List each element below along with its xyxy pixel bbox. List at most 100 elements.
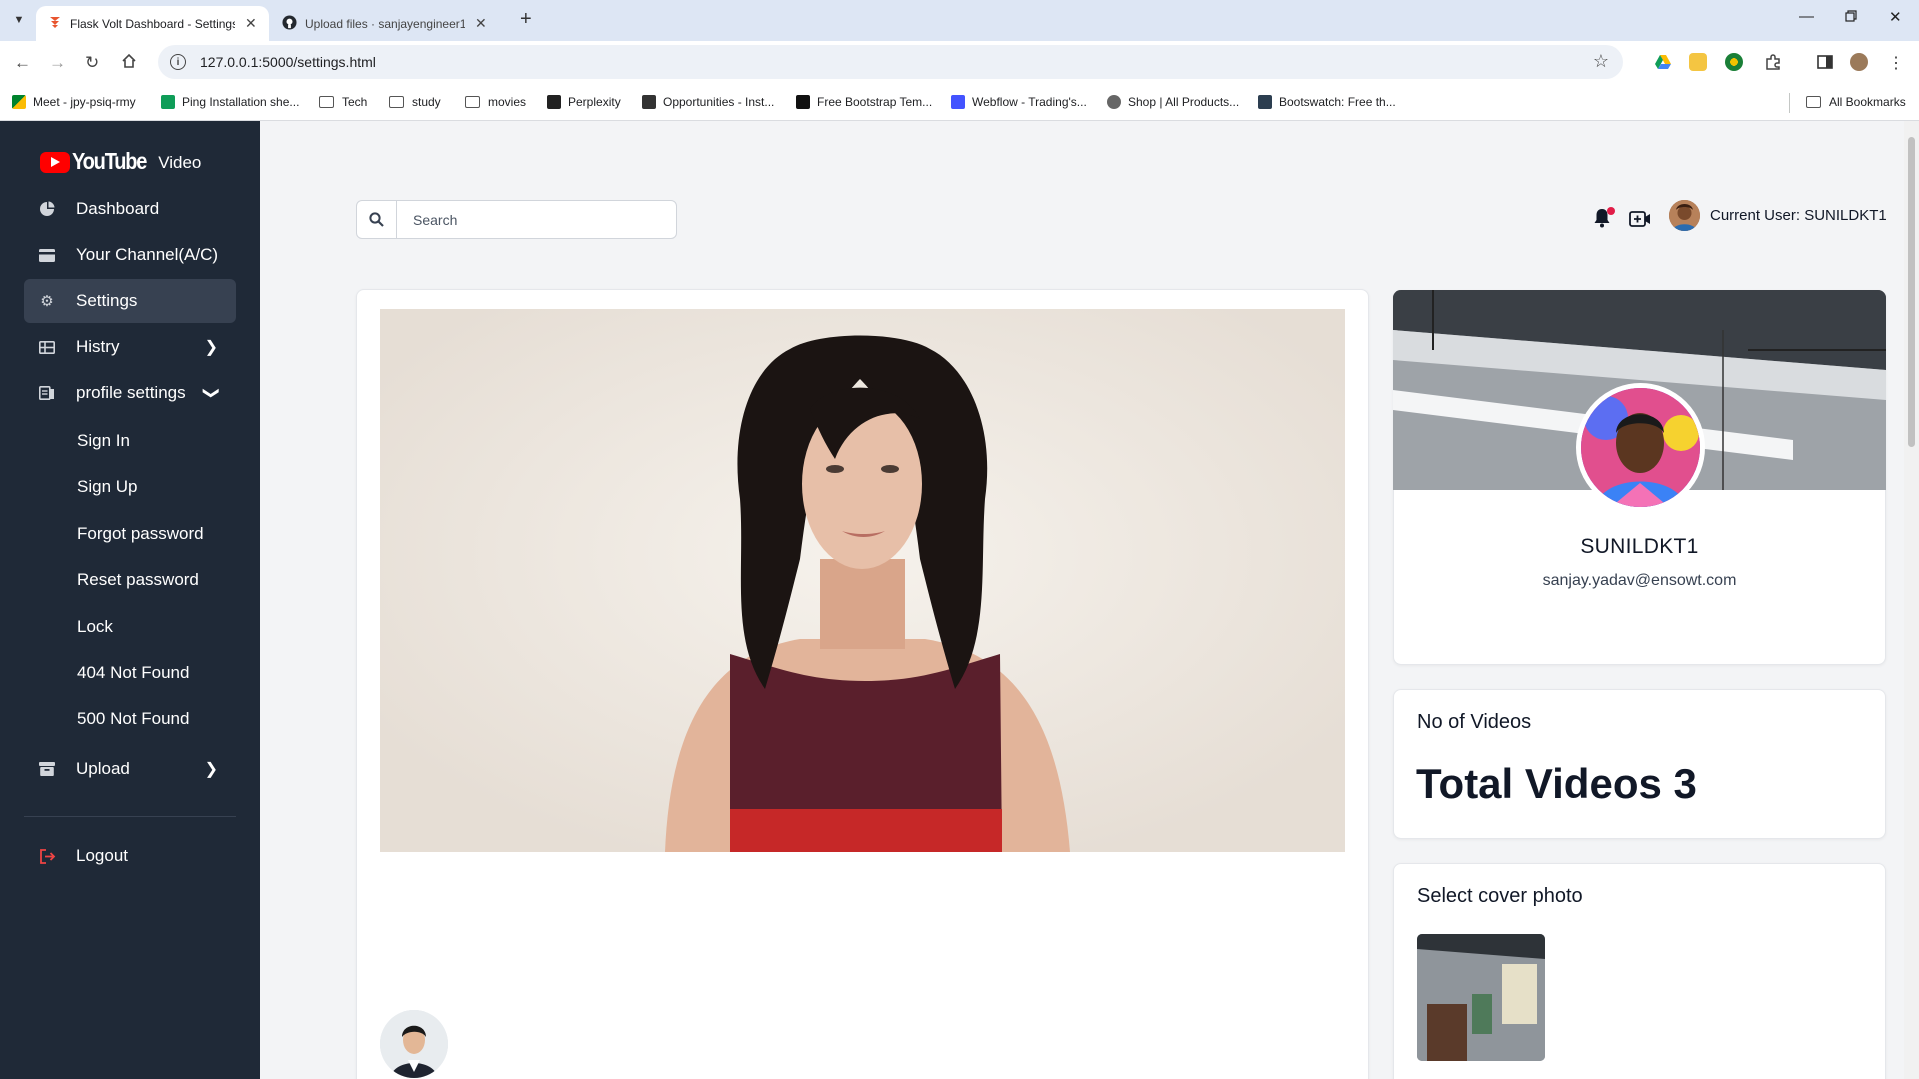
bookmark-label: movies bbox=[488, 95, 527, 109]
site-info-icon[interactable]: i bbox=[170, 54, 186, 70]
sidebar-item-label: profile settings bbox=[76, 383, 186, 402]
bookmark-folder[interactable]: movies bbox=[465, 95, 526, 109]
tab-flask-volt[interactable]: Flask Volt Dashboard - Settings ✕ bbox=[36, 6, 269, 41]
bookmark-label: Webflow - Trading's... bbox=[972, 95, 1087, 109]
cover-photo-thumbnail[interactable] bbox=[1417, 934, 1545, 1061]
bookmark-item[interactable]: Shop | All Products... bbox=[1107, 95, 1239, 109]
archive-icon bbox=[38, 761, 56, 777]
sidebar-item-label: Logout bbox=[76, 846, 128, 865]
scrollbar-thumb[interactable] bbox=[1908, 137, 1915, 447]
sidebar-item-history[interactable]: Histry ❯ bbox=[24, 325, 236, 369]
table-icon bbox=[38, 339, 56, 355]
globe-extension-icon[interactable] bbox=[1725, 53, 1743, 71]
restore-icon[interactable] bbox=[1845, 9, 1857, 26]
sidebar-item-profile-settings[interactable]: profile settings ❯ bbox=[24, 371, 236, 415]
new-tab-icon[interactable]: + bbox=[520, 8, 532, 31]
close-tab-icon[interactable]: ✕ bbox=[475, 15, 487, 32]
bookmark-item[interactable]: Free Bootstrap Tem... bbox=[796, 95, 932, 109]
menu-kebab-icon[interactable]: ⋮ bbox=[1888, 53, 1906, 72]
close-tab-icon[interactable]: ✕ bbox=[245, 15, 257, 32]
sidebar-item-label: Upload bbox=[76, 759, 130, 778]
sidebar-item-upload[interactable]: Upload ❯ bbox=[24, 747, 236, 791]
bookmark-folder[interactable]: Tech bbox=[319, 95, 367, 109]
shop-globe-icon bbox=[1107, 95, 1121, 109]
profile-username: SUNILDKT1 bbox=[1580, 535, 1699, 558]
chevron-down-icon: ❯ bbox=[202, 386, 220, 400]
sidebar-item-logout[interactable]: Logout bbox=[24, 834, 236, 878]
address-bar[interactable]: i 127.0.0.1:5000/settings.html ☆ bbox=[158, 45, 1623, 79]
extensions-puzzle-icon[interactable] bbox=[1764, 53, 1782, 71]
sidebar-item-label: Histry bbox=[76, 337, 120, 356]
bookmark-item[interactable]: Bootswatch: Free th... bbox=[1258, 95, 1396, 109]
bookmark-item[interactable]: Meet - jpy-psiq-rmy bbox=[12, 95, 136, 109]
bookmark-item[interactable]: Ping Installation she... bbox=[161, 95, 299, 109]
sidebar-item-your-channel[interactable]: Your Channel(A/C) bbox=[24, 233, 236, 277]
side-panel-icon[interactable] bbox=[1816, 53, 1834, 71]
profile-thumbnail-avatar bbox=[380, 1010, 448, 1078]
profile-email: sanjay.yadav@ensowt.com bbox=[1542, 572, 1737, 589]
folder-icon bbox=[465, 96, 480, 108]
google-drive-extension-icon[interactable] bbox=[1654, 53, 1672, 71]
video-count-label: No of Videos bbox=[1417, 711, 1532, 733]
home-icon[interactable] bbox=[121, 53, 137, 74]
sidebar-subitem-500[interactable]: 500 Not Found bbox=[77, 709, 189, 729]
htmlstream-icon bbox=[796, 95, 810, 109]
sidebar-subitem-sign-up[interactable]: Sign Up bbox=[77, 477, 137, 497]
sidebar-item-label: Your Channel(A/C) bbox=[76, 245, 219, 264]
all-bookmarks-button[interactable]: All Bookmarks bbox=[1806, 95, 1906, 109]
bootswatch-icon bbox=[1258, 95, 1272, 109]
bookmark-label: study bbox=[412, 95, 441, 109]
bookmark-label: Shop | All Products... bbox=[1128, 95, 1240, 109]
bookmark-item[interactable]: Webflow - Trading's... bbox=[951, 95, 1087, 109]
sidebar-item-settings[interactable]: ⚙ Settings bbox=[24, 279, 236, 323]
current-user[interactable]: Current User: SUNILDKT1 bbox=[1669, 200, 1887, 231]
sidebar-subitem-reset-password[interactable]: Reset password bbox=[77, 570, 199, 590]
sidebar-item-label: Dashboard bbox=[76, 199, 160, 218]
youtube-play-icon bbox=[40, 152, 70, 173]
credit-card-icon bbox=[38, 247, 56, 263]
back-arrow-icon[interactable]: ← bbox=[14, 53, 31, 73]
brand-label: Video bbox=[158, 152, 202, 172]
bookmark-label: Meet - jpy-psiq-rmy bbox=[33, 95, 136, 109]
tab-github-upload[interactable]: Upload files · sanjayengineer12 ✕ bbox=[270, 6, 499, 41]
folder-icon bbox=[1806, 96, 1821, 108]
webflow-icon bbox=[951, 95, 965, 109]
page-scrollbar[interactable] bbox=[1904, 121, 1919, 1079]
chevron-down-icon: ▼ bbox=[13, 14, 25, 26]
sidebar-subitem-sign-in[interactable]: Sign In bbox=[77, 431, 130, 451]
folder-icon bbox=[389, 96, 404, 108]
bookmark-item[interactable]: Opportunities - Inst... bbox=[642, 95, 774, 109]
tab-title: Flask Volt Dashboard - Settings bbox=[70, 16, 235, 31]
tab-search-button[interactable]: ▼ bbox=[8, 9, 30, 31]
all-bookmarks-label: All Bookmarks bbox=[1829, 95, 1906, 109]
brand-link[interactable]: YouTube Video bbox=[40, 149, 202, 175]
sidebar-subitem-lock[interactable]: Lock bbox=[77, 617, 113, 637]
chevron-right-icon: ❯ bbox=[204, 761, 218, 778]
bookmark-star-icon[interactable]: ☆ bbox=[1593, 51, 1609, 72]
search-icon bbox=[357, 201, 397, 238]
forward-arrow-icon[interactable]: → bbox=[49, 53, 66, 73]
reload-icon[interactable]: ↻ bbox=[85, 53, 99, 73]
sidebar-subitem-404[interactable]: 404 Not Found bbox=[77, 663, 189, 683]
bookmark-item[interactable]: Perplexity bbox=[547, 95, 621, 109]
close-window-icon[interactable]: ✕ bbox=[1889, 8, 1902, 26]
bookmark-folder[interactable]: study bbox=[389, 95, 441, 109]
flask-volt-favicon-icon bbox=[48, 15, 62, 32]
folder-extension-icon[interactable] bbox=[1689, 53, 1707, 71]
logout-icon bbox=[38, 848, 56, 864]
add-video-icon[interactable] bbox=[1629, 211, 1651, 232]
bookmark-label: Bootswatch: Free th... bbox=[1279, 95, 1396, 109]
profile-avatar bbox=[1576, 383, 1705, 512]
profile-avatar-icon[interactable] bbox=[1850, 53, 1868, 71]
bookmarks-bar: Meet - jpy-psiq-rmy Ping Installation sh… bbox=[0, 85, 1919, 121]
bookmark-label: Tech bbox=[342, 95, 368, 109]
google-sheets-icon bbox=[161, 95, 175, 109]
search-box bbox=[356, 200, 677, 239]
internshala-icon bbox=[642, 95, 656, 109]
sidebar-item-dashboard[interactable]: Dashboard bbox=[24, 187, 236, 231]
github-favicon-icon bbox=[282, 14, 297, 33]
minimize-icon[interactable]: — bbox=[1799, 8, 1814, 25]
document-icon bbox=[38, 385, 56, 401]
sidebar-subitem-forgot-password[interactable]: Forgot password bbox=[77, 524, 204, 544]
search-input[interactable] bbox=[397, 211, 667, 228]
